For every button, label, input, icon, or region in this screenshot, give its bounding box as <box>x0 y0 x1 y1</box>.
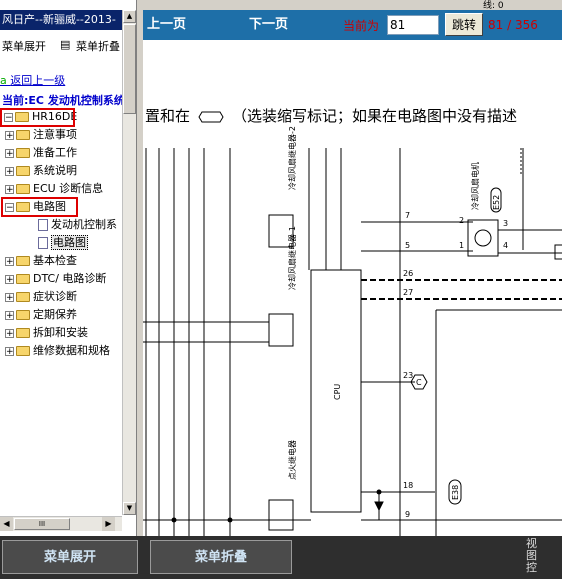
tree-subitem[interactable]: 发动机控制系 <box>38 217 117 233</box>
pin-label: 26 <box>403 269 413 278</box>
pin-label: 7 <box>405 211 410 220</box>
tree-item[interactable]: + 注意事项 <box>5 127 77 143</box>
scroll-down-icon[interactable]: ▼ <box>123 502 136 515</box>
folder-icon <box>15 112 29 122</box>
current-page-label: 当前为 <box>343 19 380 33</box>
status-strip: 线: 0 <box>143 0 562 10</box>
connector-e52: E52 <box>492 195 501 210</box>
expand-toggle-icon[interactable]: + <box>5 130 14 140</box>
tree-item[interactable]: + 维修数据和规格 <box>5 343 110 359</box>
pin-label: 4 <box>503 241 508 250</box>
scroll-left-icon[interactable]: ◀ <box>0 517 13 531</box>
scroll-right-icon[interactable]: ▶ <box>102 517 115 531</box>
expand-toggle-icon[interactable]: + <box>5 184 14 194</box>
relay-2-label: 冷却风扇继电器-2 <box>287 126 297 190</box>
diagram-canvas[interactable]: 置和在 （选装缩写标记；如果在电路图中没有描述 冷却风扇继电器-2 冷却风扇继电… <box>143 40 562 536</box>
prev-page-button[interactable]: 上一页 <box>147 10 186 40</box>
folder-open-icon <box>16 202 30 212</box>
folder-icon <box>16 292 30 302</box>
cpu-label: CPU <box>333 384 342 400</box>
page-number-input[interactable] <box>387 15 439 35</box>
tree-item[interactable]: + 基本检查 <box>5 253 77 269</box>
tree-item[interactable]: + 定期保养 <box>5 307 77 323</box>
page-count: 81 / 356 <box>488 18 538 32</box>
expand-toggle-icon[interactable]: + <box>5 346 14 356</box>
expand-toggle-icon[interactable]: + <box>5 166 14 176</box>
page-icon <box>38 237 48 249</box>
current-location: 当前:EC 发动机控制系统 <box>2 94 122 107</box>
folder-icon <box>16 346 30 356</box>
tree-root[interactable]: − HR16DE <box>4 109 77 125</box>
folder-icon <box>16 130 30 140</box>
page-icon <box>38 219 48 231</box>
collapse-icon: ▤ <box>60 38 71 51</box>
expand-toggle-icon[interactable]: + <box>5 328 14 338</box>
expand-menu-link[interactable]: 菜单展开 <box>2 38 46 54</box>
pin-label: 2 <box>459 216 464 225</box>
jump-button[interactable]: 跳转 <box>445 13 483 36</box>
pin-label: 23 <box>403 371 413 380</box>
fan-motor-label: 冷却风扇电机 <box>470 162 480 210</box>
tree-item[interactable]: + 症状诊断 <box>5 289 77 305</box>
folder-icon <box>16 184 30 194</box>
pin-label: 27 <box>403 288 413 297</box>
go-up-link[interactable]: a 返回上一级 <box>0 72 65 88</box>
collapse-menu-button[interactable]: 菜单折叠 <box>150 540 292 574</box>
expand-toggle-icon[interactable]: + <box>5 292 14 302</box>
expand-toggle-icon[interactable]: + <box>5 274 14 284</box>
back-arrow-icon: a <box>0 74 11 87</box>
expand-toggle-icon[interactable]: + <box>5 148 14 158</box>
pin-label: 3 <box>503 219 508 228</box>
expand-toggle-icon[interactable]: + <box>5 310 14 320</box>
panel-title: 风日产--新骊威--2013- <box>0 10 124 30</box>
folder-icon <box>16 148 30 158</box>
folder-icon <box>16 166 30 176</box>
tree-item[interactable]: + DTC/ 电路诊断 <box>5 271 106 287</box>
folder-icon <box>16 274 30 284</box>
bottom-bar: 菜单展开 菜单折叠 视图控 <box>0 536 562 579</box>
scroll-up-icon[interactable]: ▲ <box>123 10 136 23</box>
folder-icon <box>16 256 30 266</box>
viewer-toolbar: 上一页 下一页 当前为 跳转 81 / 356 <box>143 10 562 40</box>
pin-label: 5 <box>405 241 410 250</box>
expand-menu-button[interactable]: 菜单展开 <box>2 540 138 574</box>
expand-toggle-icon[interactable]: + <box>5 256 14 266</box>
scroll-thumb[interactable]: III <box>14 518 70 530</box>
tree-item-circuit-diagram[interactable]: − 电路图 <box>5 199 66 215</box>
collapse-toggle-icon[interactable]: − <box>5 202 14 212</box>
pin-label: 1 <box>459 241 464 250</box>
ignition-relay-label: 点火继电器 <box>287 440 297 480</box>
horizontal-scrollbar[interactable]: ◀ III ▶ <box>0 516 122 531</box>
collapse-menu-link[interactable]: 菜单折叠 <box>76 38 120 54</box>
menu-tree-panel: 风日产--新骊威--2013- 菜单展开 ▤ 菜单折叠 a 返回上一级 当前:E… <box>0 0 137 536</box>
tree-subitem-selected[interactable]: 电路图 <box>38 235 88 251</box>
wiring-diagram: 冷却风扇继电器-2 冷却风扇继电器-1 点火继电器 冷却风扇电机 CPU E52… <box>143 126 562 536</box>
view-control-label: 视图控 <box>526 537 537 574</box>
connector-c: C <box>416 378 422 387</box>
scroll-thumb[interactable] <box>123 24 136 114</box>
collapse-toggle-icon[interactable]: − <box>4 112 13 122</box>
folder-icon <box>16 328 30 338</box>
vertical-scrollbar[interactable]: ▲ ▼ <box>122 10 136 515</box>
pin-label: 18 <box>403 481 413 490</box>
tree-item[interactable]: + 拆卸和安装 <box>5 325 88 341</box>
connector-e38: E38 <box>451 485 460 500</box>
relay-1-label: 冷却风扇继电器-1 <box>287 226 297 290</box>
folder-icon <box>16 310 30 320</box>
tree-item[interactable]: + ECU 诊断信息 <box>5 181 103 197</box>
next-page-button[interactable]: 下一页 <box>249 10 288 40</box>
pin-label: 9 <box>405 510 410 519</box>
tree-item[interactable]: + 系统说明 <box>5 163 77 179</box>
tree-item[interactable]: + 准备工作 <box>5 145 77 161</box>
